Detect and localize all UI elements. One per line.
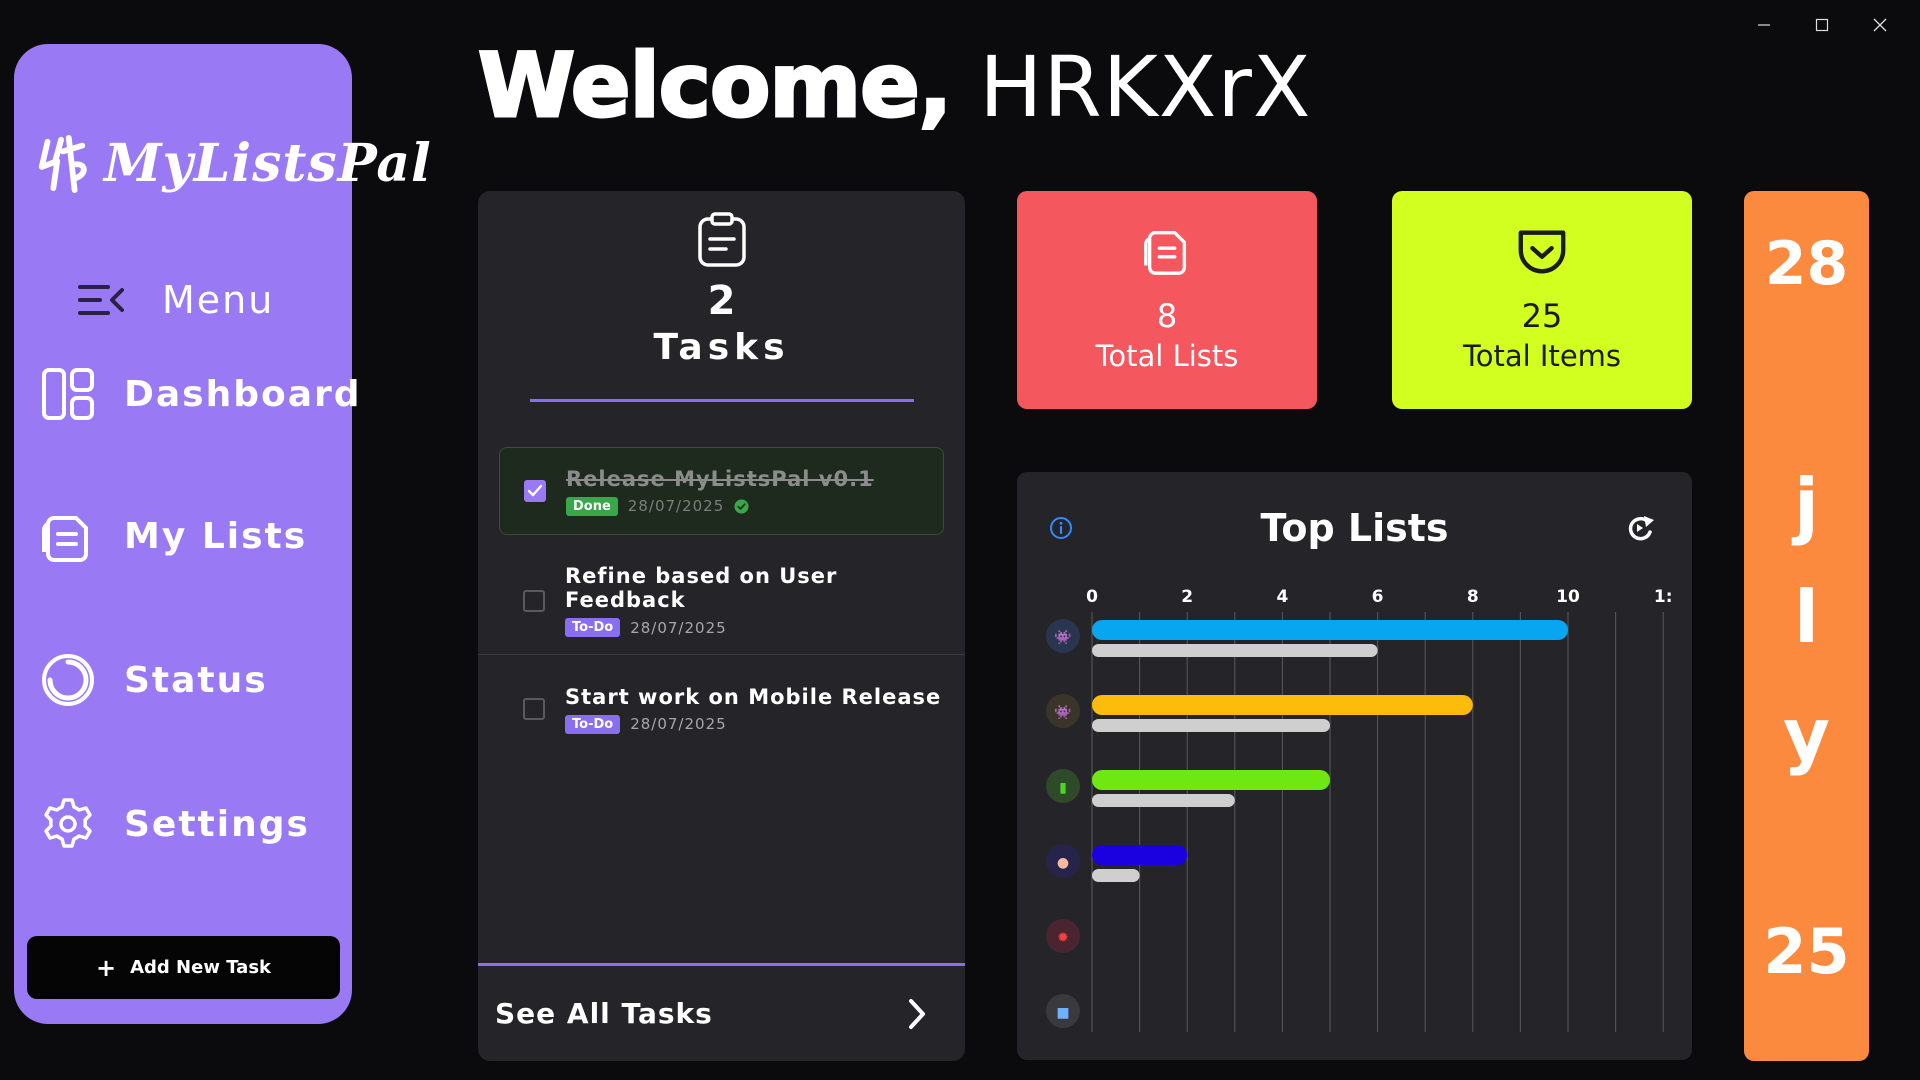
total-lists-value: 8 [1156, 297, 1178, 335]
x-tick-label: 0 [1086, 587, 1098, 607]
top-lists-chart: 0 2 4 6 8 10 1: 👾 👾 ▮ ● ✹ ■ [1046, 587, 1673, 1032]
total-lists-card: 8 Total Lists [1017, 191, 1317, 409]
status-badge: To-Do [565, 618, 621, 637]
date-day: 28 [1764, 229, 1849, 299]
date-year: 25 [1763, 915, 1850, 988]
app-window: MyListsPal Menu Dashboard My Lists Statu… [0, 0, 1920, 1080]
brand-logo: MyListsPal [34, 132, 432, 194]
date-month-letter: l [1794, 575, 1819, 659]
close-icon [1873, 18, 1887, 32]
checkmark-icon [527, 484, 543, 497]
top-lists-card: 0 2 4 6 8 10 1: 👾 👾 ▮ ● ✹ ■ Top Lists [1017, 472, 1692, 1060]
window-controls [1736, 10, 1908, 40]
chevron-right-icon [909, 998, 925, 1029]
task-item[interactable]: Refine based on User Feedback To-Do 28/0… [478, 547, 965, 655]
maximize-button[interactable] [1794, 10, 1850, 40]
menu-label: Menu [162, 278, 275, 322]
minimize-icon [1758, 24, 1770, 26]
plus-icon: + [95, 953, 117, 982]
task-date: 28/07/2025 [630, 715, 727, 733]
status-badge: Done [566, 496, 618, 516]
task-title: Start work on Mobile Release [565, 684, 942, 709]
tasks-title: Tasks [653, 327, 790, 368]
burst-icon-glyph: ✹ [1057, 930, 1069, 946]
date-month-letter: y [1783, 693, 1830, 777]
tasks-count: 2 [707, 278, 736, 324]
chart-title: Top Lists [1260, 506, 1449, 550]
x-tick-label: 6 [1372, 587, 1384, 607]
x-tick-label: 4 [1276, 587, 1288, 607]
minimize-button[interactable] [1736, 10, 1792, 40]
task-checkbox[interactable] [523, 698, 545, 720]
bar-secondary [1092, 794, 1235, 807]
gamepad-icon-glyph: 👾 [1054, 630, 1071, 646]
menu-toggle[interactable]: Menu [78, 278, 274, 322]
total-items-label: Total Items [1462, 339, 1622, 374]
book-icon-glyph: ▮ [1059, 780, 1067, 796]
date-card: 28 j l y 25 [1744, 191, 1869, 1061]
bar-primary [1092, 845, 1188, 865]
x-tick-label: 1: [1654, 587, 1673, 607]
pocket-icon [1518, 230, 1566, 274]
task-date: 28/07/2025 [630, 618, 727, 637]
tasks-header: 2 Tasks [478, 211, 965, 372]
status-badge: To-Do [565, 714, 621, 734]
date-month-letter: j [1794, 463, 1819, 547]
welcome-word: Welcome, [476, 33, 953, 139]
bar-secondary [1092, 644, 1378, 657]
bar-primary [1092, 620, 1568, 640]
task-date: 28/07/2025 [627, 497, 725, 515]
tv-icon-glyph: ■ [1056, 1005, 1069, 1021]
bar-secondary [1092, 719, 1330, 732]
sidebar-item-label: Dashboard [124, 373, 362, 415]
see-all-label: See All Tasks [495, 997, 713, 1030]
status-icon [42, 654, 94, 706]
total-items-value: 25 [1521, 297, 1563, 335]
sidebar-item-dashboard[interactable]: Dashboard [40, 366, 362, 422]
task-checkbox[interactable] [524, 480, 546, 502]
sidebar-item-my-lists[interactable]: My Lists [40, 508, 307, 564]
robot-icon-glyph: 👾 [1054, 705, 1071, 721]
add-task-label: Add New Task [130, 957, 272, 978]
check-circle-icon [734, 498, 749, 514]
dashboard-icon [42, 368, 94, 420]
x-tick-label: 10 [1556, 587, 1580, 607]
bar-secondary [1092, 869, 1140, 882]
sidebar-item-status[interactable]: Status [40, 652, 268, 708]
lists-icon [42, 516, 88, 562]
x-tick-label: 8 [1467, 587, 1479, 607]
gear-icon [44, 798, 92, 848]
brand-name: MyListsPal [104, 132, 432, 194]
bar-primary [1092, 770, 1330, 790]
welcome-heading: Welcome, HRKXrX [476, 33, 1312, 139]
close-button[interactable] [1852, 10, 1908, 40]
sidebar-item-settings[interactable]: Settings [40, 796, 310, 852]
bar-primary [1092, 695, 1473, 715]
tasks-divider [530, 399, 914, 402]
muscle-icon-glyph: ● [1057, 855, 1069, 871]
sidebar-item-label: Settings [124, 803, 310, 845]
maximize-icon [1815, 18, 1829, 32]
total-items-card: 25 Total Items [1392, 191, 1692, 409]
sidebar: MyListsPal Menu Dashboard My Lists Statu… [14, 44, 431, 1024]
task-item[interactable]: Start work on Mobile Release To-Do 28/07… [478, 655, 965, 763]
x-tick-label: 2 [1181, 587, 1193, 607]
clipboard-icon [697, 212, 746, 267]
total-lists-label: Total Lists [1095, 339, 1239, 374]
lists-icon [1144, 231, 1187, 275]
username: HRKXrX [979, 38, 1312, 136]
menu-collapse-icon [78, 285, 124, 315]
sidebar-item-label: My Lists [124, 515, 308, 557]
see-all-tasks-button[interactable]: See All Tasks [478, 963, 965, 1061]
tasks-card: 2 Tasks Release MyListsPal v0.1 Done 28/… [478, 191, 965, 1061]
task-item[interactable]: Release MyListsPal v0.1 Done 28/07/2025 [499, 447, 944, 535]
add-new-task-button[interactable]: + Add New Task [27, 936, 340, 999]
task-title: Release MyListsPal v0.1 [566, 466, 874, 491]
task-title: Refine based on User Feedback [565, 564, 838, 612]
sidebar-item-label: Status [124, 659, 268, 701]
task-checkbox[interactable] [523, 589, 545, 612]
brand-mark-icon [38, 134, 87, 193]
refresh-icon[interactable] [1624, 512, 1656, 544]
